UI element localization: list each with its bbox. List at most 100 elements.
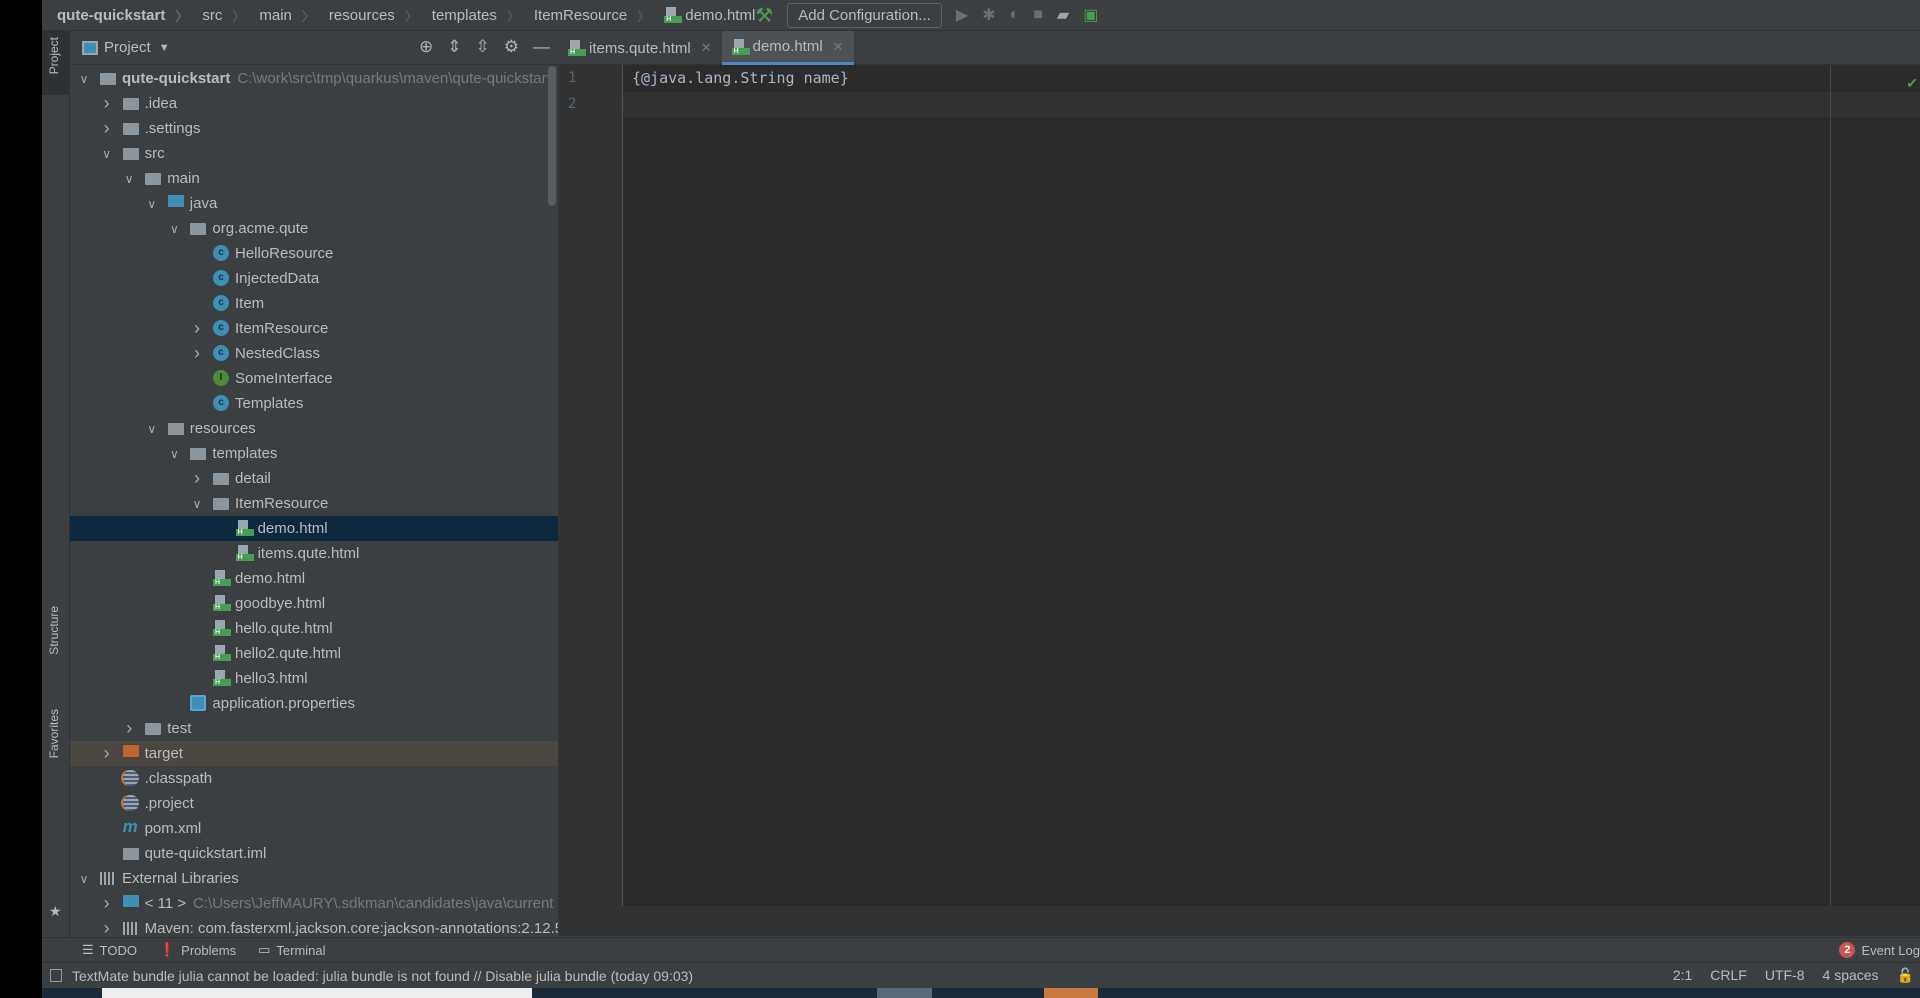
tree-item[interactable]: ∨org.acme.qute bbox=[70, 216, 558, 241]
breadcrumb-item[interactable]: ItemResource〉 bbox=[520, 6, 650, 25]
breadcrumb-item[interactable]: templates〉 bbox=[418, 6, 520, 25]
tree-item[interactable]: hello.qute.html bbox=[70, 616, 558, 641]
breadcrumb-item[interactable]: src〉 bbox=[188, 6, 245, 25]
editor-tab[interactable]: demo.html✕ bbox=[722, 31, 854, 65]
debug-icon[interactable]: ✱ bbox=[982, 5, 995, 25]
file-encoding[interactable]: UTF-8 bbox=[1765, 967, 1805, 984]
status-message[interactable]: TextMate bundle julia cannot be loaded: … bbox=[72, 968, 693, 984]
tree-item[interactable]: cInjectedData bbox=[70, 266, 558, 291]
project-tool-button[interactable]: Project bbox=[47, 37, 61, 74]
tree-item[interactable]: ∨qute-quickstartC:\work\src\tmp\quarkus\… bbox=[70, 66, 558, 91]
tree-item[interactable]: ∨ItemResource bbox=[70, 491, 558, 516]
chevron-right-icon[interactable]: › bbox=[101, 893, 113, 914]
tree-item[interactable]: mpom.xml bbox=[70, 816, 558, 841]
tree-item-label: templates bbox=[212, 445, 277, 462]
chevron-down-icon[interactable]: ∨ bbox=[168, 447, 180, 461]
chevron-down-icon[interactable]: ∨ bbox=[146, 197, 158, 211]
expand-all-icon[interactable]: ⇕ bbox=[447, 37, 461, 57]
chevron-down-icon[interactable]: ▼ bbox=[159, 42, 170, 54]
favorites-tool-button[interactable]: Favorites bbox=[47, 709, 61, 758]
chevron-down-icon[interactable]: ∨ bbox=[191, 497, 203, 511]
chevron-right-icon[interactable]: › bbox=[101, 918, 113, 936]
breadcrumb-item[interactable]: main〉 bbox=[245, 6, 315, 25]
inspection-ok-icon[interactable]: ✔ bbox=[1906, 75, 1918, 92]
line-separator[interactable]: CRLF bbox=[1710, 967, 1747, 984]
tree-item[interactable]: ∨java bbox=[70, 191, 558, 216]
chevron-down-icon[interactable]: ∨ bbox=[146, 422, 158, 436]
code-editor[interactable]: 12 {@java.lang.String name} ✔ bbox=[558, 65, 1920, 906]
indent-setting[interactable]: 4 spaces bbox=[1823, 967, 1879, 984]
tree-item[interactable]: ›Maven: com.fasterxml.jackson.core:jacks… bbox=[70, 916, 558, 936]
coverage-icon[interactable]: ◐ bbox=[1010, 6, 1020, 24]
tree-item[interactable]: hello2.qute.html bbox=[70, 641, 558, 666]
gear-icon[interactable]: ⚙ bbox=[504, 37, 519, 57]
breadcrumb-item[interactable]: demo.html bbox=[650, 6, 755, 25]
chevron-right-icon[interactable]: › bbox=[191, 318, 203, 339]
tree-item[interactable]: ›test bbox=[70, 716, 558, 741]
stop-icon[interactable]: ■ bbox=[1033, 6, 1043, 24]
tree-item[interactable]: ›cItemResource bbox=[70, 316, 558, 341]
chevron-down-icon[interactable]: ∨ bbox=[78, 72, 90, 86]
eclipse-file-icon bbox=[123, 770, 139, 786]
tree-item[interactable]: hello3.html bbox=[70, 666, 558, 691]
chevron-right-icon[interactable]: › bbox=[191, 468, 203, 489]
hide-icon[interactable]: — bbox=[533, 37, 550, 57]
tree-item[interactable]: ISomeInterface bbox=[70, 366, 558, 391]
tree-item[interactable]: items.qute.html bbox=[70, 541, 558, 566]
collapse-all-icon[interactable]: ⇳ bbox=[476, 37, 490, 57]
lock-icon[interactable]: 🔓 bbox=[1897, 967, 1914, 984]
tree-item[interactable]: .classpath bbox=[70, 766, 558, 791]
tree-item[interactable]: ∨ templates bbox=[70, 441, 558, 466]
event-log-tab[interactable]: 2 Event Log bbox=[1839, 942, 1920, 958]
tree-item[interactable]: ∨resources bbox=[70, 416, 558, 441]
tree-item[interactable]: cItem bbox=[70, 291, 558, 316]
add-configuration-button[interactable]: Add Configuration... bbox=[787, 3, 942, 28]
tree-item[interactable]: ›detail bbox=[70, 466, 558, 491]
chevron-down-icon[interactable]: ∨ bbox=[168, 222, 180, 236]
run-icon[interactable]: ▶ bbox=[956, 5, 968, 25]
close-icon[interactable]: ✕ bbox=[833, 39, 844, 55]
editor-tab[interactable]: items.qute.html✕ bbox=[558, 31, 722, 65]
project-view-selector[interactable]: Project bbox=[104, 39, 151, 56]
tree-item[interactable]: demo.html bbox=[70, 566, 558, 591]
project-structure-icon[interactable]: ▰ bbox=[1057, 5, 1069, 25]
structure-tool-button[interactable]: Structure bbox=[47, 606, 61, 655]
tree-item[interactable]: cHelloResource bbox=[70, 241, 558, 266]
chevron-down-icon[interactable]: ∨ bbox=[101, 147, 113, 161]
chevron-right-icon[interactable]: › bbox=[101, 118, 113, 139]
tree-item[interactable]: application.properties bbox=[70, 691, 558, 716]
tree-item[interactable]: ›< 11 >C:\Users\JeffMAURY\.sdkman\candid… bbox=[70, 891, 558, 916]
toggle-tool-windows-icon[interactable] bbox=[50, 969, 62, 982]
chevron-down-icon[interactable]: ∨ bbox=[123, 172, 135, 186]
close-icon[interactable]: ✕ bbox=[701, 40, 712, 56]
chevron-right-icon[interactable]: › bbox=[123, 718, 135, 739]
chevron-down-icon[interactable]: ∨ bbox=[78, 872, 90, 886]
tree-item[interactable]: ›cNestedClass bbox=[70, 341, 558, 366]
chevron-right-icon[interactable]: › bbox=[101, 93, 113, 114]
tree-item[interactable]: goodbye.html bbox=[70, 591, 558, 616]
tree-item[interactable]: ∨src bbox=[70, 141, 558, 166]
breadcrumb-item[interactable]: resources〉 bbox=[315, 6, 418, 25]
tree-scrollbar[interactable] bbox=[548, 66, 556, 206]
tree-item[interactable]: cTemplates bbox=[70, 391, 558, 416]
run-anything-icon[interactable]: ▣ bbox=[1083, 5, 1098, 25]
caret-position[interactable]: 2:1 bbox=[1673, 967, 1692, 984]
tree-item[interactable]: .project bbox=[70, 791, 558, 816]
tree-item[interactable]: demo.html bbox=[70, 516, 558, 541]
breadcrumb-item[interactable]: qute-quickstart〉 bbox=[42, 6, 188, 25]
tree-item[interactable]: ›.settings bbox=[70, 116, 558, 141]
chevron-right-icon[interactable]: › bbox=[191, 343, 203, 364]
tree-item[interactable]: ∨main bbox=[70, 166, 558, 191]
todo-tab[interactable]: ☰TODO bbox=[82, 942, 137, 958]
terminal-tab[interactable]: ▭Terminal bbox=[258, 942, 325, 958]
tree-item[interactable]: ∨External Libraries bbox=[70, 866, 558, 891]
locate-icon[interactable]: ⊕ bbox=[419, 37, 433, 57]
build-hammer-icon[interactable]: ⚒ bbox=[755, 3, 773, 28]
chevron-right-icon[interactable]: › bbox=[101, 743, 113, 764]
tree-item[interactable]: ›target bbox=[70, 741, 558, 766]
breadcrumb-label: demo.html bbox=[685, 7, 755, 24]
code-line[interactable]: {@java.lang.String name} bbox=[632, 69, 849, 87]
tree-item[interactable]: ›.idea bbox=[70, 91, 558, 116]
problems-tab[interactable]: ❗Problems bbox=[159, 942, 236, 958]
tree-item[interactable]: qute-quickstart.iml bbox=[70, 841, 558, 866]
